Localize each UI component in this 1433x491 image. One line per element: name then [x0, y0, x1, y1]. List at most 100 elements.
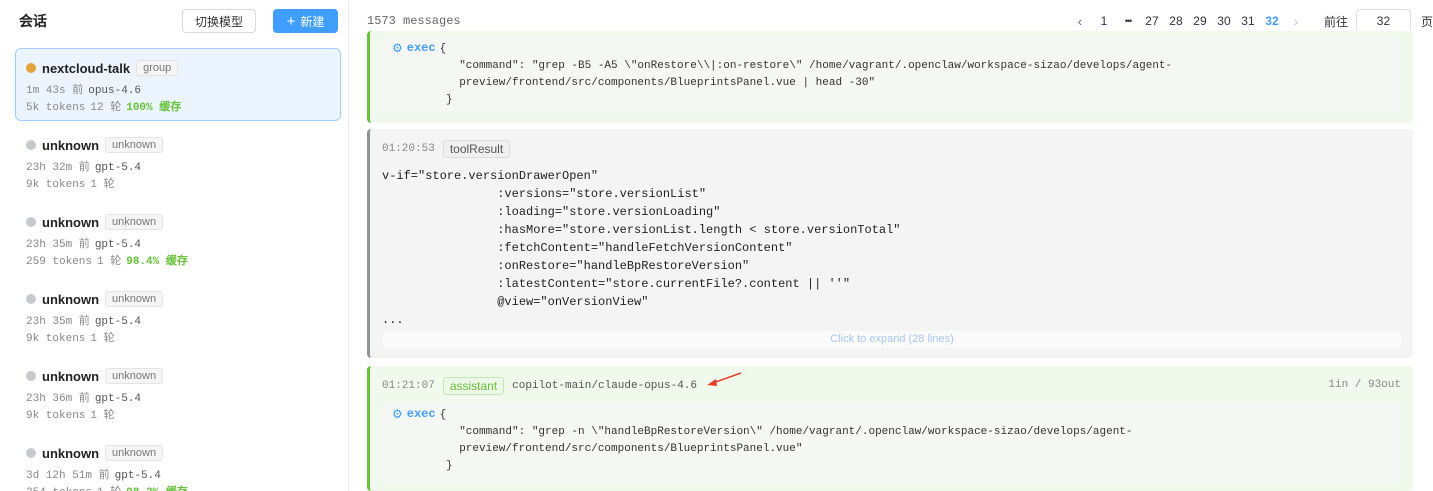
session-model: gpt-5.4: [94, 239, 142, 251]
status-dot: [26, 294, 36, 304]
session-meta: 23h 35m 前 gpt-5.4: [26, 312, 330, 328]
assistant-header: 01:21:07 assistant copilot-main/claude-o…: [382, 377, 697, 395]
page-button[interactable]: 31: [1236, 14, 1260, 28]
session-time: 23h 32m 前: [26, 162, 90, 174]
page-button[interactable]: 28: [1164, 14, 1188, 28]
session-time: 23h 36m 前: [26, 393, 90, 405]
session-name: unknown: [42, 214, 100, 230]
exec-brace: {: [439, 409, 447, 421]
new-session-button[interactable]: + 新建: [273, 9, 338, 33]
exec-header: ⚙ exec {: [392, 41, 1391, 58]
exec-block: ⚙ exec { "command": "grep -n \"handleBpR…: [382, 403, 1401, 483]
expand-button[interactable]: Click to expand (28 lines): [383, 331, 1401, 348]
session-cache: 100% 缓存: [126, 102, 182, 114]
gear-icon: ⚙: [392, 41, 403, 55]
session-tag: unknown: [105, 368, 164, 384]
page-button[interactable]: 1: [1092, 14, 1116, 28]
session-tokens: 254 tokens: [26, 487, 92, 491]
session-header: unknown unknown: [26, 289, 330, 309]
session-tag: unknown: [105, 214, 164, 230]
plus-icon: +: [286, 12, 296, 30]
session-rounds: 1 轮: [90, 333, 115, 345]
session-header: unknown unknown: [26, 135, 330, 155]
session-tag: unknown: [105, 291, 164, 307]
session-name: unknown: [42, 137, 100, 153]
session-cache: 98.2% 缓存: [126, 487, 188, 491]
page-button[interactable]: 29: [1188, 14, 1212, 28]
chevron-left-icon[interactable]: ‹: [1068, 14, 1092, 29]
assistant-message-card: 01:21:07 assistant copilot-main/claude-o…: [367, 366, 1413, 491]
session-tokens: 9k tokens: [26, 179, 86, 191]
session-cache: 98.4% 缓存: [126, 256, 188, 268]
goto-page-input[interactable]: 32: [1355, 9, 1411, 33]
page-button[interactable]: 30: [1212, 14, 1236, 28]
session-sidebar: 会话 切换模型 + 新建 nextcloud-talk group 1m 43s 前…: [0, 0, 349, 491]
sidebar-title: 会话: [19, 13, 47, 29]
goto-label: 前往: [1323, 14, 1348, 29]
session-time: 23h 35m 前: [26, 239, 90, 251]
session-rounds: 12 轮: [90, 102, 122, 114]
session-item[interactable]: unknown unknown 23h 35m 前 gpt-5.4 9k tokens 1…: [15, 279, 341, 356]
session-tokens: 9k tokens: [26, 410, 86, 422]
session-meta: 23h 32m 前 gpt-5.4: [26, 158, 330, 174]
session-tag: unknown: [105, 445, 164, 461]
session-tokens: 9k tokens: [26, 333, 86, 345]
session-tokens: 259 tokens: [26, 256, 93, 268]
status-dot: [26, 140, 36, 150]
status-dot: [26, 371, 36, 381]
exec-tool-name: exec: [406, 41, 436, 55]
session-item[interactable]: nextcloud-talk group 1m 43s 前 opus-4.6 5k to…: [15, 48, 341, 121]
session-item[interactable]: unknownunknown3d 12h 51m 前gpt-5.4254 tok…: [15, 433, 341, 491]
page-ellipsis[interactable]: •••: [1116, 16, 1140, 26]
session-item[interactable]: unknown unknown 23h 35m 前 gpt-5.4 259 tokens…: [15, 202, 341, 279]
session-time: 23h 35m 前: [26, 316, 90, 328]
model-name: copilot-main/claude-opus-4.6: [512, 380, 698, 392]
session-rounds: 1 轮: [90, 179, 115, 191]
new-session-label: 新建: [300, 14, 325, 29]
session-rounds: 1 轮: [97, 487, 121, 491]
session-stats: 254 tokens 1 轮 98.2% 缓存: [26, 483, 330, 491]
message-time: 01:21:07: [382, 380, 435, 392]
session-header: unknown unknown: [26, 366, 330, 386]
session-model: opus-4.6: [88, 85, 142, 97]
tool-result-code: v-if="store.versionDrawerOpen" :versions…: [382, 169, 901, 327]
session-stats: 259 tokens 1 轮 98.4% 缓存: [26, 252, 330, 268]
sidebar-header: 会话 切换模型 + 新建: [0, 0, 348, 42]
session-name: unknown: [42, 445, 100, 461]
exec-block: ⚙ exec { "command": "grep -B5 -A5 \"onRe…: [382, 37, 1401, 113]
tool-result-card: 01:20:53 toolResult v-if="store.versionD…: [367, 129, 1413, 358]
session-time: 3d 12h 51m 前: [26, 470, 110, 482]
session-name: nextcloud-talk: [42, 60, 131, 76]
session-model: gpt-5.4: [94, 393, 142, 405]
role-tag: assistant: [442, 377, 505, 395]
session-meta: 23h 36m 前 gpt-5.4: [26, 389, 330, 405]
status-dot: [26, 63, 36, 73]
exec-code: "command": "grep -B5 -A5 \"onRestore\\|:…: [446, 60, 1173, 106]
session-header: unknown unknown: [26, 212, 330, 232]
message-count: 1573 messages: [367, 14, 461, 28]
session-item[interactable]: unknown unknown 23h 36m 前 gpt-5.4 9k tokens 1…: [15, 356, 341, 433]
session-stats: 9k tokens 1 轮: [26, 406, 330, 422]
exec-code: "command": "grep -n \"handleBpRestoreVer…: [446, 426, 1133, 472]
pagination: ‹ 1 ••• 27 28 29 30 31 32 › 前往 32 页: [1068, 9, 1433, 33]
session-header: nextcloud-talk group: [26, 58, 330, 78]
session-list: nextcloud-talk group 1m 43s 前 opus-4.6 5k to…: [0, 42, 348, 491]
message-time: 01:20:53: [382, 143, 435, 155]
session-meta: 3d 12h 51m 前 gpt-5.4: [26, 466, 330, 482]
annotation-arrow: [707, 372, 742, 386]
session-name: unknown: [42, 291, 100, 307]
switch-model-button[interactable]: 切换模型: [181, 9, 256, 33]
gear-icon: ⚙: [392, 407, 403, 421]
session-rounds: 1 轮: [97, 256, 122, 268]
status-dot: [26, 217, 36, 227]
session-tag: group: [136, 60, 179, 76]
exec-message-card: ⚙ exec { "command": "grep -B5 -A5 \"onRe…: [367, 31, 1413, 123]
token-usage: 1in / 93out: [1328, 379, 1401, 391]
page-button[interactable]: 27: [1140, 14, 1164, 28]
session-item[interactable]: unknown unknown 23h 32m 前 gpt-5.4 9k tokens 1…: [15, 125, 341, 202]
current-page-button[interactable]: 32: [1260, 14, 1284, 28]
session-model: gpt-5.4: [94, 316, 142, 328]
session-meta: 1m 43s 前 opus-4.6: [26, 81, 330, 97]
chevron-right-icon[interactable]: ›: [1284, 14, 1308, 29]
session-stats: 5k tokens 12 轮 100% 缓存: [26, 98, 330, 114]
